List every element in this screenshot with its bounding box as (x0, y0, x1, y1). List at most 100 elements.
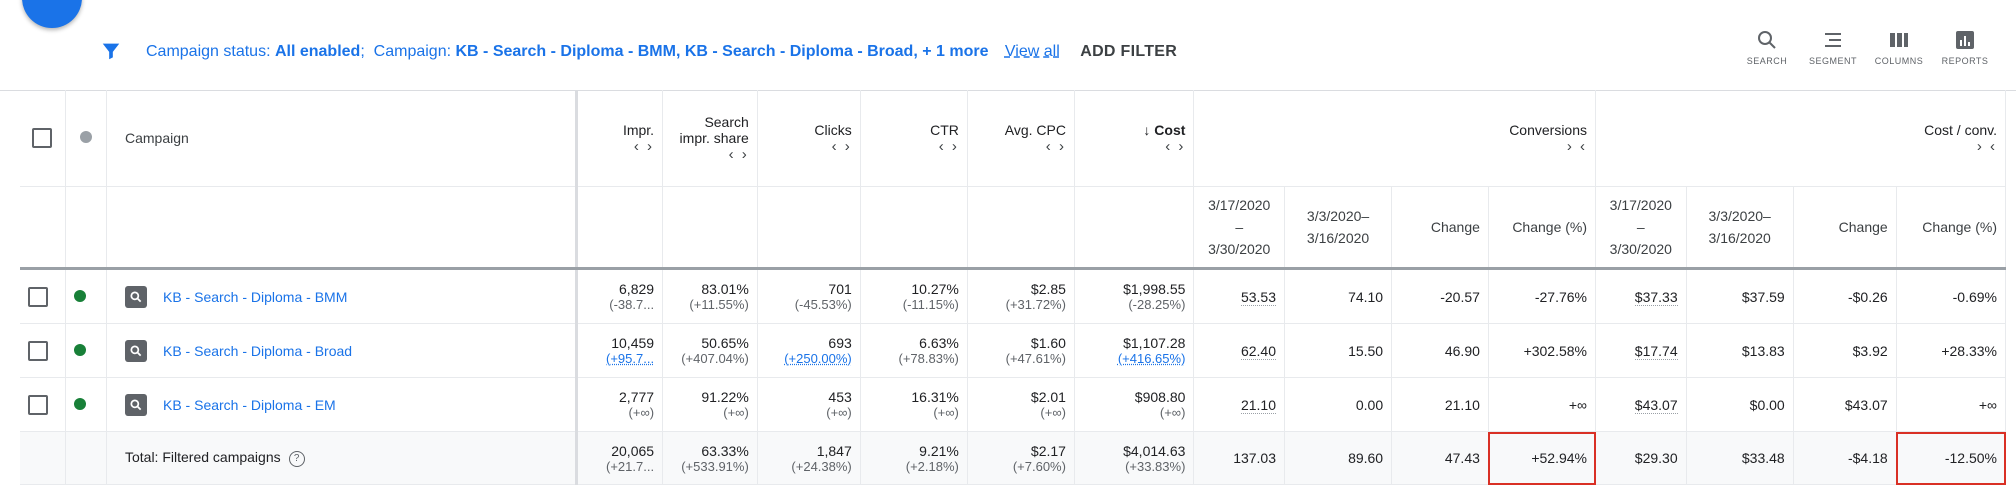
ctr-header[interactable]: CTR ‹ › (860, 90, 968, 187)
table-row[interactable]: KB - Search - Diploma - EM 2,777 (+∞) 91.… (20, 377, 2007, 432)
empty-subheader (662, 186, 758, 270)
row-checkbox[interactable] (28, 394, 48, 415)
row-checkbox[interactable] (28, 340, 48, 361)
impr-value: 2,777 (619, 389, 655, 405)
conv-a-cell: 137.03 (1193, 431, 1286, 485)
row-select-cell[interactable] (20, 323, 66, 378)
ctr-change: (+78.83%) (898, 351, 959, 366)
table-row[interactable]: KB - Search - Diploma - Broad 10,459 (+95… (20, 323, 2007, 378)
cpa-a-value[interactable]: $17.74 (1634, 342, 1678, 360)
conv-change-pct-cell: -27.76% (1488, 268, 1597, 324)
search-header-label-2: impr. share (679, 129, 749, 146)
expand-arrows-icon[interactable]: ‹ › (939, 138, 959, 155)
conversions-header-label: Conversions (1509, 121, 1588, 138)
cpa-b-cell: $33.48 (1686, 431, 1794, 485)
status-filter-value[interactable]: All enabled (275, 43, 360, 60)
collapse-arrows-icon[interactable]: › ‹ (1977, 138, 1997, 155)
select-all-checkbox[interactable] (32, 128, 53, 148)
cost-per-conv-header[interactable]: Cost / conv. › ‹ (1595, 90, 2006, 187)
ctr-change: (-11.15%) (902, 297, 959, 312)
campaigns-table: Campaign Impr. ‹ › Search impr. share ‹ › C… (20, 90, 2007, 485)
impr-cell: 2,777 (+∞) (574, 377, 664, 432)
segment-tool-label: SEGMENT (1808, 56, 1857, 66)
clicks-change: (+24.38%) (791, 458, 852, 474)
impr-header-label: Impr. (622, 121, 655, 138)
ctr-change: (+2.18%) (905, 458, 959, 474)
conversions-header[interactable]: Conversions › ‹ (1193, 90, 1597, 187)
campaign-header-label: Campaign (124, 130, 189, 146)
filter-icon[interactable] (100, 40, 122, 62)
cpa-b-cell: $13.83 (1686, 323, 1794, 378)
share-cell: 91.22% (+∞) (662, 377, 758, 432)
segment-tool-button[interactable]: SEGMENT (1800, 28, 1866, 66)
search-campaign-icon (124, 285, 147, 308)
cpa-change-pct-header: Change (%) (1896, 186, 2007, 270)
avg-cpc-header[interactable]: Avg. CPC ‹ › (967, 90, 1075, 187)
clicks-change-link[interactable]: (+250.00%) (766, 351, 852, 366)
clicks-cell: 701 (-45.53%) (757, 268, 861, 324)
cpc-value: $1.60 (1030, 335, 1066, 351)
row-status-cell (65, 268, 107, 324)
cost-change-link[interactable]: (+416.65%) (1083, 351, 1186, 366)
impr-header[interactable]: Impr. ‹ › (574, 90, 664, 187)
share-value: 63.33% (701, 442, 749, 459)
expand-arrows-icon[interactable]: ‹ › (1046, 138, 1066, 155)
cost-cell: $1,107.28 (+416.65%) (1074, 323, 1195, 378)
table-row[interactable]: KB - Search - Diploma - BMM 6,829 (-38.7.… (20, 268, 2007, 324)
search-tool-label: SEARCH (1746, 56, 1788, 66)
campaign-link[interactable]: KB - Search - Diploma - BMM (163, 289, 347, 305)
share-cell: 83.01% (+11.55%) (662, 268, 758, 324)
conv-a-cell: 62.40 (1193, 323, 1286, 378)
conv-a-value[interactable]: 62.40 (1240, 342, 1277, 360)
conv-change-header: Change (1391, 186, 1489, 270)
expand-arrows-icon[interactable]: ‹ › (729, 146, 749, 163)
clicks-value: 1,847 (816, 442, 852, 459)
row-select-cell[interactable] (20, 268, 66, 324)
view-all-link[interactable]: View all (1005, 43, 1060, 60)
clicks-header[interactable]: Clicks ‹ › (757, 90, 861, 187)
impr-value: 6,829 (619, 281, 655, 297)
add-filter-button[interactable]: ADD FILTER (1080, 43, 1177, 60)
row-select-cell[interactable] (20, 377, 66, 432)
campaign-name-cell: KB - Search - Diploma - Broad (106, 323, 577, 378)
expand-arrows-icon[interactable]: ‹ › (832, 138, 852, 155)
campaign-link[interactable]: KB - Search - Diploma - Broad (163, 343, 352, 359)
conv-a-value[interactable]: 53.53 (1240, 288, 1277, 306)
cpc-value: $2.17 (1030, 442, 1066, 459)
search-header-label-1: Search (704, 113, 749, 130)
filter-summary[interactable]: Campaign status: All enabled; Campaign: … (146, 43, 1177, 61)
columns-tool-button[interactable]: COLUMNS (1866, 28, 1932, 66)
ctr-cell: 10.27% (-11.15%) (860, 268, 968, 324)
subheader-row: 3/17/2020 – 3/30/2020 3/3/2020– 3/16/2020 C… (20, 186, 2007, 270)
clicks-change: (+∞) (826, 405, 852, 420)
search-tool-button[interactable]: SEARCH (1734, 28, 1800, 66)
share-value: 91.22% (701, 389, 749, 405)
cpa-change-header: Change (1793, 186, 1897, 270)
campaign-link[interactable]: KB - Search - Diploma - EM (163, 397, 336, 413)
campaign-filter-value[interactable]: KB - Search - Diploma - BMM, KB - Search… (455, 43, 988, 60)
help-icon[interactable]: ? (288, 450, 305, 467)
campaign-header[interactable]: Campaign (106, 90, 577, 187)
row-checkbox[interactable] (28, 286, 48, 307)
range-a-start: 3/17/2020 (1609, 197, 1672, 213)
search-impr-share-header[interactable]: Search impr. share ‹ › (662, 90, 758, 187)
total-label: Total: Filtered campaigns (124, 449, 281, 466)
expand-arrows-icon[interactable]: ‹ › (1165, 138, 1185, 155)
conv-a-cell: 21.10 (1193, 377, 1286, 432)
ctr-value: 10.27% (911, 281, 959, 297)
cpa-a-value[interactable]: $37.33 (1634, 288, 1678, 306)
cpa-a-value[interactable]: $43.07 (1634, 396, 1678, 414)
conv-a-value[interactable]: 21.10 (1240, 396, 1277, 414)
impr-change-link[interactable]: (+95.7... (586, 351, 654, 366)
reports-tool-button[interactable]: REPORTS (1932, 28, 1998, 66)
avg-cpc-header-label: Avg. CPC (1004, 121, 1066, 138)
cpa-change-pct-cell: +∞ (1896, 377, 2007, 432)
ctr-header-label: CTR (930, 121, 959, 138)
clicks-cell: 453 (+∞) (757, 377, 861, 432)
select-all-cell[interactable] (20, 90, 66, 187)
cost-header[interactable]: ↓ Cost ‹ › (1074, 90, 1195, 187)
reports-icon (1956, 31, 1974, 49)
collapse-arrows-icon[interactable]: › ‹ (1567, 138, 1587, 155)
expand-arrows-icon[interactable]: ‹ › (634, 138, 654, 155)
share-change: (+407.04%) (681, 351, 749, 366)
